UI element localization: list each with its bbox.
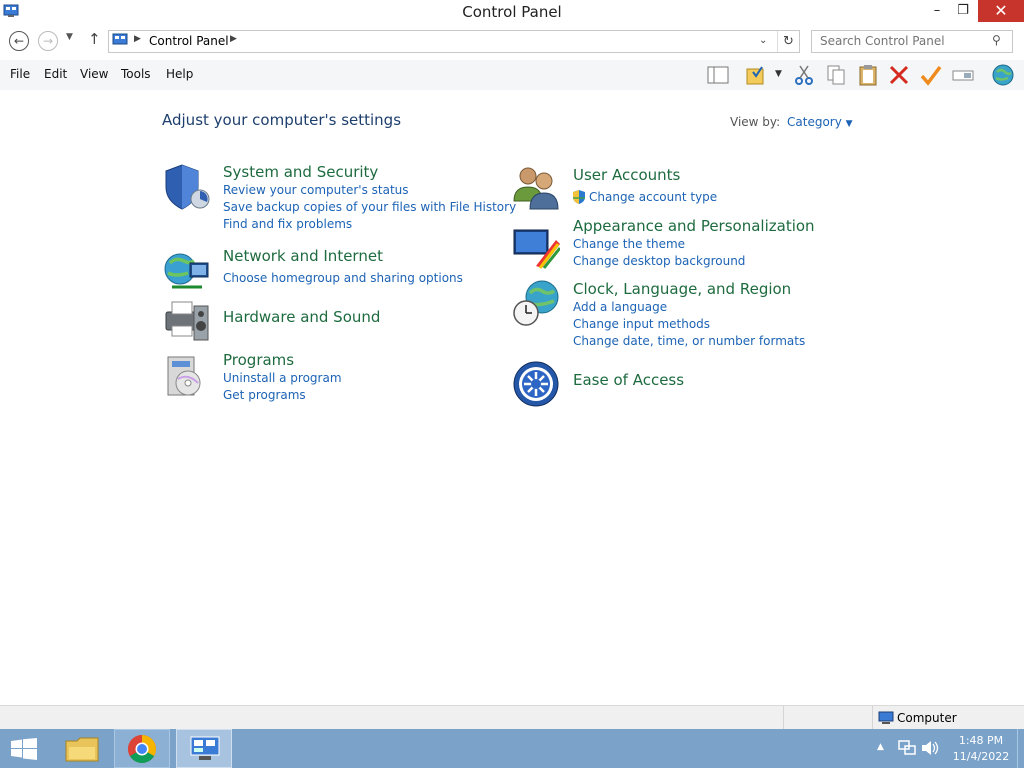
menu-edit[interactable]: Edit (44, 67, 67, 81)
link-add-language[interactable]: Add a language (573, 300, 667, 314)
shield-icon (165, 164, 210, 210)
network-icon (164, 253, 209, 289)
computer-icon (878, 711, 894, 724)
taskbar-control-panel[interactable] (176, 729, 232, 768)
breadcrumb-separator-icon: ▶ (134, 34, 141, 44)
taskbar: ▲ 1:48 PM 11/4/2022 (0, 729, 1024, 768)
close-button[interactable]: ✕ (978, 0, 1024, 22)
show-hidden-icons-icon[interactable]: ▲ (877, 742, 884, 752)
status-bar: Computer (0, 705, 1024, 730)
link-uninstall-program[interactable]: Uninstall a program (223, 371, 342, 385)
clock-date: 11/4/2022 (952, 750, 1010, 763)
appearance-icon (513, 229, 560, 269)
navigation-bar: ← → ▼ ↑ ▶ Control Panel ▶ ⌄ ↻ ⚲ (0, 26, 1024, 56)
chrome-icon (128, 735, 156, 763)
up-button[interactable]: ↑ (88, 30, 101, 48)
network-tray-icon[interactable] (898, 740, 916, 756)
cut-icon[interactable] (793, 64, 815, 86)
link-change-account-type[interactable]: Change account type (589, 190, 717, 204)
link-find-fix-problems[interactable]: Find and fix problems (223, 217, 352, 231)
control-panel-icon (112, 33, 128, 45)
programs-icon (167, 356, 201, 396)
taskbar-clock[interactable]: 1:48 PM 11/4/2022 (950, 733, 1012, 765)
folder-options-dropdown-icon[interactable]: ▼ (775, 69, 782, 79)
globe-icon[interactable] (992, 64, 1014, 86)
menu-file[interactable]: File (10, 67, 30, 81)
title-bar: Control Panel – ❐ ✕ (0, 0, 1024, 24)
menu-tools[interactable]: Tools (121, 67, 151, 81)
ease-of-access-icon (513, 361, 559, 407)
address-bar[interactable]: ▶ Control Panel ▶ ⌄ ↻ (108, 30, 800, 53)
delete-icon[interactable] (888, 64, 910, 86)
link-review-status[interactable]: Review your computer's status (223, 183, 409, 197)
status-divider (783, 706, 784, 730)
folder-options-icon[interactable] (745, 64, 767, 86)
address-dropdown-icon[interactable]: ⌄ (759, 35, 767, 46)
arrow-right-icon: → (42, 34, 54, 48)
properties-check-icon[interactable] (920, 64, 942, 86)
link-change-theme[interactable]: Change the theme (573, 237, 685, 251)
search-input[interactable] (818, 33, 992, 49)
menu-toolbar-row: File Edit View Tools Help ▼ (0, 60, 1024, 90)
link-change-input-methods[interactable]: Change input methods (573, 317, 710, 331)
window-title: Control Panel (462, 3, 562, 21)
link-file-history[interactable]: Save backup copies of your files with Fi… (223, 200, 516, 214)
category-ease-of-access[interactable]: Ease of Access (573, 371, 684, 389)
search-box[interactable]: ⚲ (811, 30, 1013, 53)
category-user-accounts[interactable]: User Accounts (573, 166, 680, 184)
arrow-left-icon: ← (13, 34, 25, 48)
breadcrumb-control-panel[interactable]: Control Panel (149, 34, 229, 48)
page-title: Adjust your computer's settings (162, 111, 402, 129)
users-icon (513, 167, 559, 210)
taskbar-chrome[interactable] (114, 729, 170, 768)
recent-locations-button[interactable]: ▼ (66, 32, 73, 42)
category-appearance-and-personalization[interactable]: Appearance and Personalization (573, 217, 815, 235)
minimize-button[interactable]: – (924, 0, 950, 22)
preview-pane-icon[interactable] (707, 64, 729, 86)
view-by-value: Category (787, 115, 842, 129)
category-clock-language-region[interactable]: Clock, Language, and Region (573, 280, 791, 298)
control-panel-icon (190, 736, 220, 760)
chevron-down-icon: ▼ (845, 119, 853, 129)
search-icon[interactable]: ⚲ (992, 33, 1001, 47)
printer-icon (165, 301, 209, 341)
link-get-programs[interactable]: Get programs (223, 388, 306, 402)
folder-icon (65, 737, 99, 762)
status-location: Computer (897, 711, 957, 725)
refresh-icon[interactable]: ↻ (777, 31, 799, 52)
uac-shield-icon (573, 190, 585, 204)
link-change-date-formats[interactable]: Change date, time, or number formats (573, 334, 805, 348)
paste-icon[interactable] (857, 64, 879, 86)
copy-icon[interactable] (825, 64, 847, 86)
category-hardware-and-sound[interactable]: Hardware and Sound (223, 308, 380, 326)
show-desktop-button[interactable] (1017, 729, 1024, 768)
menu-view[interactable]: View (80, 67, 108, 81)
link-homegroup-sharing[interactable]: Choose homegroup and sharing options (223, 271, 463, 285)
breadcrumb-chevron-icon[interactable]: ▶ (230, 34, 237, 44)
view-by-dropdown[interactable]: Category ▼ (787, 115, 853, 129)
category-programs[interactable]: Programs (223, 351, 294, 369)
chevron-down-icon: ▼ (66, 32, 73, 42)
taskbar-file-explorer[interactable] (54, 729, 110, 768)
forward-button[interactable]: → (38, 31, 58, 51)
status-divider (872, 706, 873, 730)
category-system-and-security[interactable]: System and Security (223, 163, 378, 181)
link-change-desktop-background[interactable]: Change desktop background (573, 254, 745, 268)
view-by-label: View by: (730, 115, 781, 129)
volume-icon[interactable] (921, 740, 939, 756)
menu-help[interactable]: Help (166, 67, 193, 81)
category-network-and-internet[interactable]: Network and Internet (223, 247, 383, 265)
rename-icon[interactable] (952, 64, 974, 86)
windows-start-icon[interactable] (11, 738, 37, 760)
clock-time: 1:48 PM (958, 734, 1004, 747)
restore-button[interactable]: ❐ (950, 0, 976, 22)
arrow-up-icon: ↑ (88, 30, 101, 48)
back-button[interactable]: ← (9, 31, 29, 51)
clock-globe-icon (513, 280, 559, 326)
